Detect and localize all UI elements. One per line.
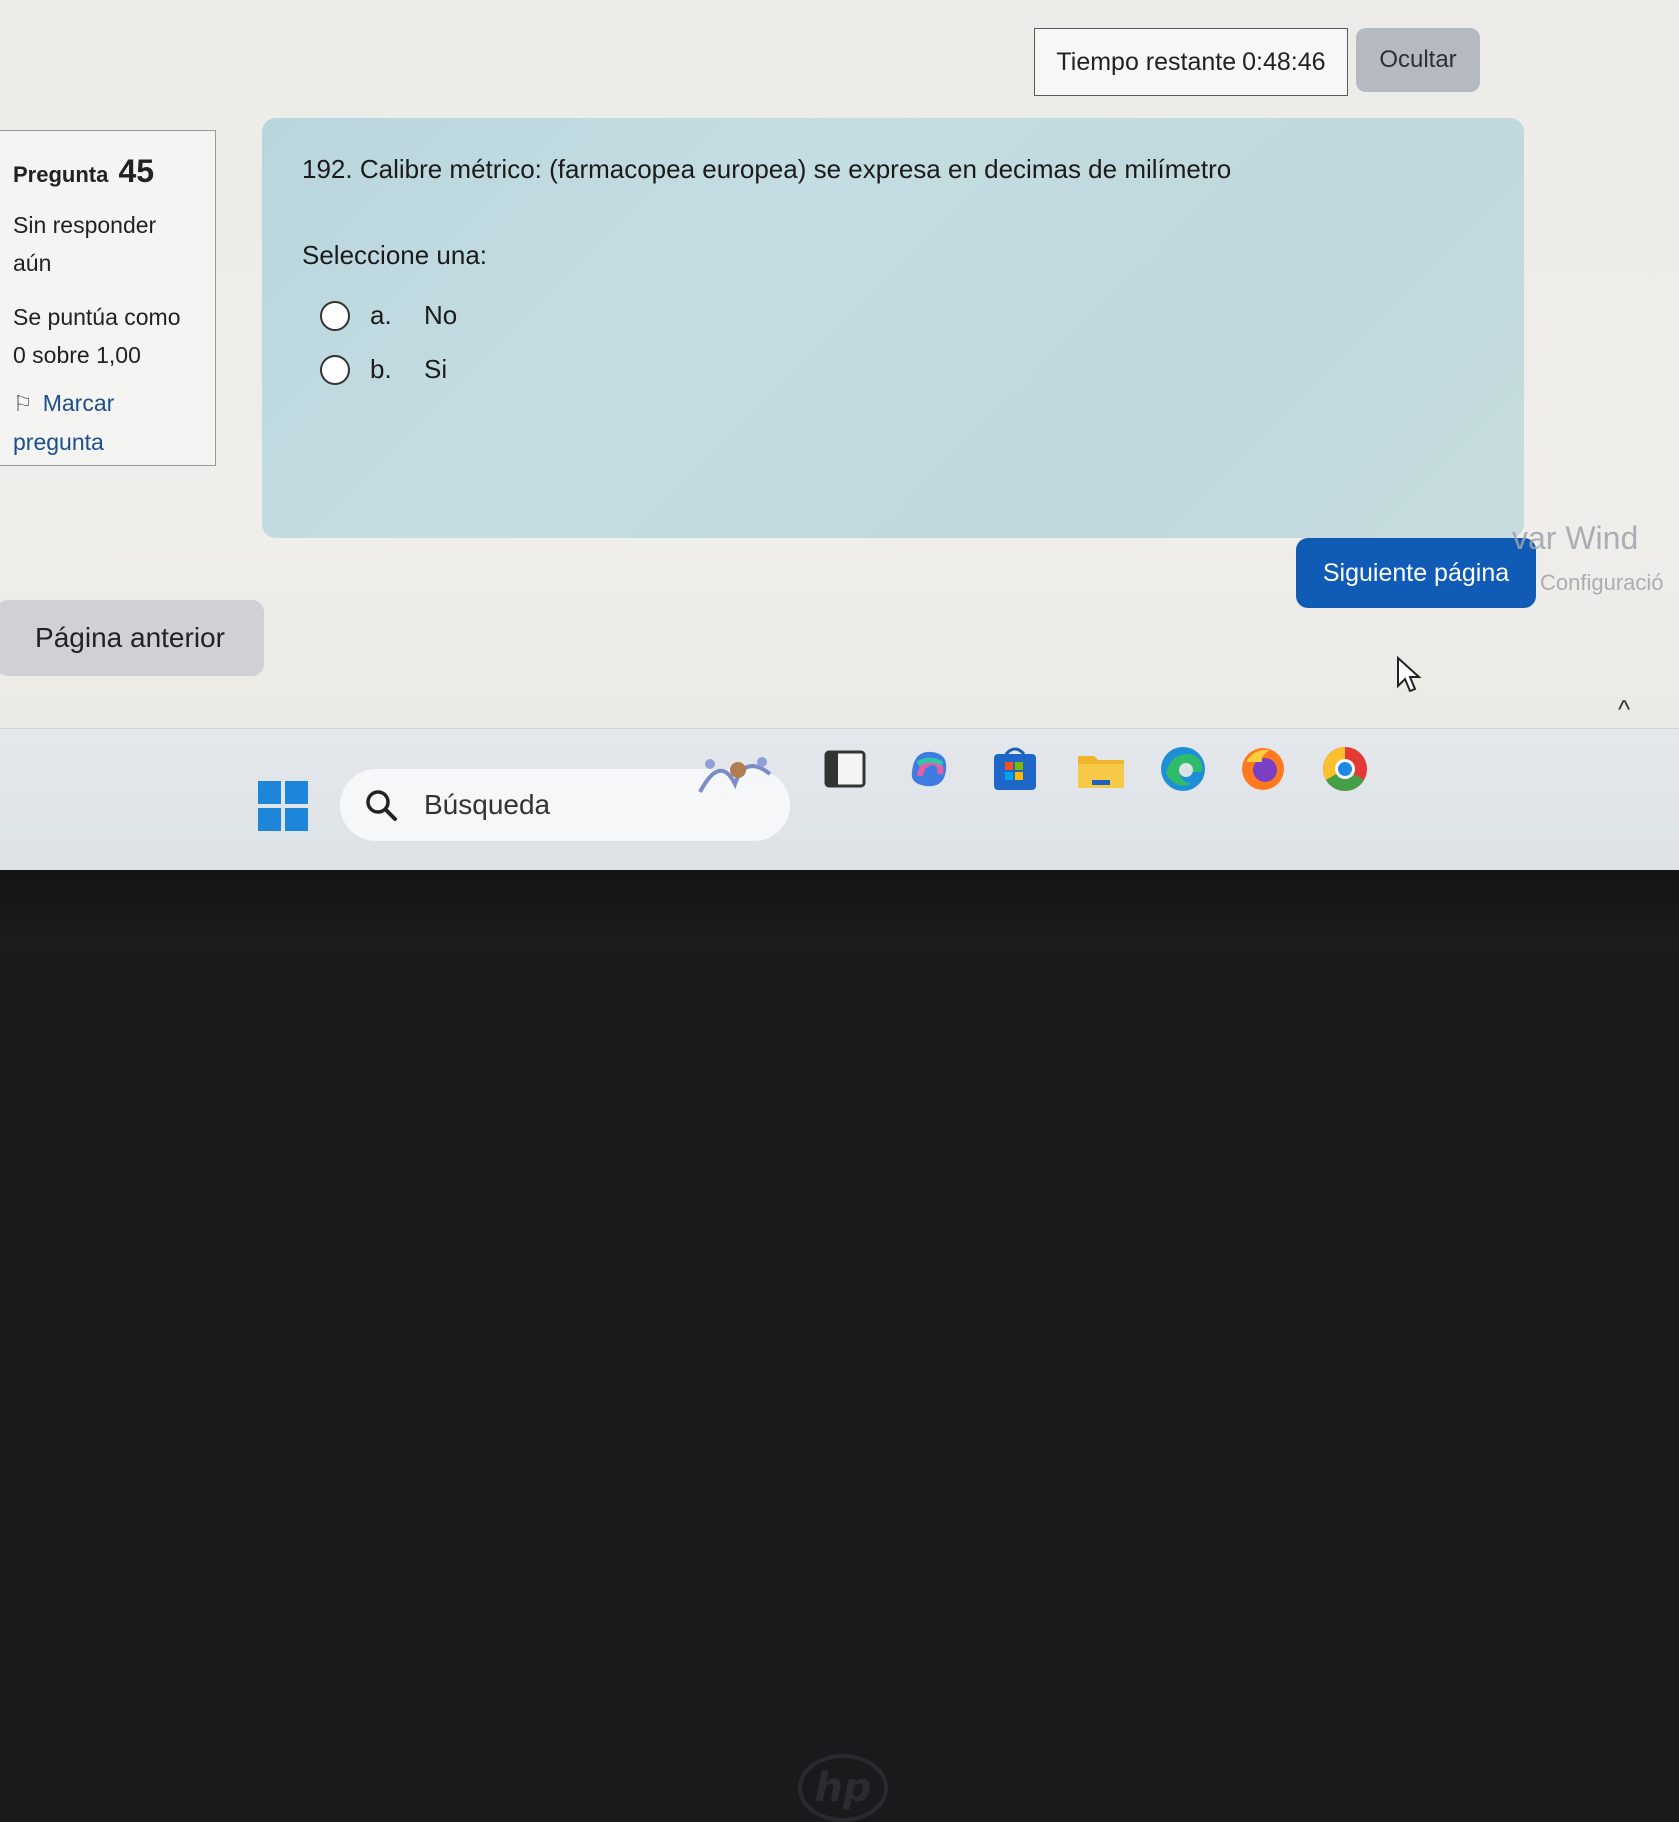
chrome-browser-icon[interactable] bbox=[1318, 742, 1372, 796]
flag-label-line-2: pregunta bbox=[13, 429, 104, 455]
timer-label: Tiempo restante bbox=[1056, 47, 1237, 76]
microsoft-store-icon[interactable] bbox=[988, 742, 1042, 796]
browser-screen: Tiempo restante 0:48:46 Ocultar Pregunta… bbox=[0, 0, 1679, 870]
mouse-cursor-icon bbox=[1397, 656, 1422, 693]
grade-line-2: 0 sobre 1,00 bbox=[13, 342, 141, 368]
next-page-button[interactable]: Siguiente página bbox=[1296, 538, 1536, 608]
copilot-icon[interactable] bbox=[902, 742, 956, 796]
edge-browser-icon[interactable] bbox=[1156, 742, 1210, 796]
answer-option-a[interactable]: a. No bbox=[320, 300, 457, 331]
activate-windows-watermark: var Wind bbox=[1512, 520, 1639, 556]
question-grade: Se puntúa como 0 sobre 1,00 bbox=[13, 298, 215, 374]
brand-logo: hp bbox=[798, 1754, 888, 1822]
radio-button-b[interactable] bbox=[320, 354, 350, 385]
answer-prompt: Seleccione una: bbox=[302, 240, 488, 270]
flag-question-link[interactable]: ⚐ Marcar pregunta bbox=[13, 384, 215, 461]
search-placeholder: Búsqueda bbox=[424, 789, 551, 820]
windows-start-icon[interactable] bbox=[258, 781, 308, 831]
question-text: 192. Calibre métrico: (farmacopea europe… bbox=[302, 154, 1232, 184]
firefox-browser-icon[interactable] bbox=[1236, 742, 1290, 796]
question-label: Pregunta bbox=[13, 162, 109, 187]
activate-windows-settings-hint: Configuració bbox=[1540, 570, 1664, 595]
timer-value: 0:48:46 bbox=[1242, 47, 1326, 76]
flag-icon: ⚐ bbox=[13, 391, 33, 416]
question-content: 192. Calibre métrico: (farmacopea europe… bbox=[262, 118, 1524, 538]
answer-option-b[interactable]: b. Si bbox=[320, 354, 447, 385]
question-number: 45 bbox=[118, 153, 155, 189]
status-line-2: aún bbox=[13, 250, 52, 276]
option-letter-a: a. bbox=[370, 300, 392, 330]
question-number-heading: Pregunta 45 bbox=[13, 153, 215, 190]
search-icon bbox=[366, 790, 397, 821]
option-label-a: No bbox=[424, 300, 458, 330]
grade-line-1: Se puntúa como bbox=[13, 304, 181, 330]
question-status: Sin responder aún bbox=[13, 206, 215, 282]
option-letter-b: b. bbox=[370, 354, 392, 384]
previous-page-button[interactable]: Página anterior bbox=[0, 600, 264, 676]
radio-button-a[interactable] bbox=[320, 300, 350, 331]
status-line-1: Sin responder bbox=[13, 212, 157, 238]
task-view-icon[interactable] bbox=[818, 742, 872, 796]
question-info-panel: Pregunta 45 Sin responder aún Se puntúa … bbox=[0, 130, 216, 466]
laptop-bezel: hp bbox=[0, 870, 1679, 1822]
hide-timer-button[interactable]: Ocultar bbox=[1356, 28, 1480, 92]
chevron-up-icon[interactable]: ^ bbox=[1618, 694, 1630, 725]
time-remaining: Tiempo restante 0:48:46 bbox=[1034, 28, 1348, 96]
file-explorer-icon[interactable] bbox=[1074, 742, 1128, 796]
option-label-b: Si bbox=[424, 354, 448, 384]
search-highlight-icon bbox=[698, 757, 772, 793]
flag-label-line-1: Marcar bbox=[42, 390, 115, 416]
